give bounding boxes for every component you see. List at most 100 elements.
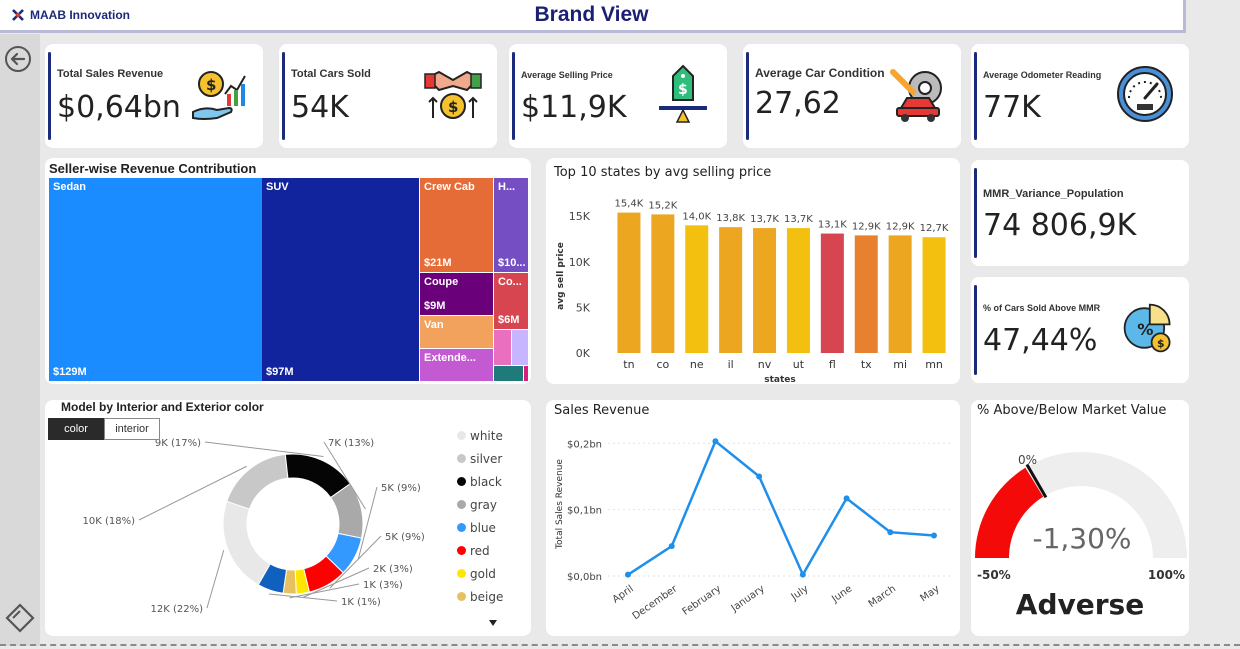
legend-item-white[interactable]: white bbox=[457, 424, 503, 447]
line-x-tick: June bbox=[829, 583, 854, 605]
bar-data-label: 15,2K bbox=[648, 200, 677, 211]
line-y-tick: $0,1bn bbox=[567, 506, 602, 517]
kpi-label: MMR_Variance_Population bbox=[983, 188, 1124, 200]
line-point[interactable] bbox=[756, 473, 763, 480]
treemap-tile-sedan[interactable]: Sedan $129M bbox=[49, 178, 263, 382]
bar-x-tick: mn bbox=[925, 358, 943, 371]
bar[interactable] bbox=[854, 235, 878, 353]
svg-text:%: % bbox=[1137, 320, 1153, 339]
slicer-option-interior[interactable]: interior bbox=[104, 418, 160, 440]
back-arrow-icon[interactable] bbox=[4, 45, 32, 73]
treemap-tile-h[interactable]: H... $10... bbox=[494, 178, 529, 273]
line-point[interactable] bbox=[625, 571, 631, 578]
bar-x-tick: nv bbox=[758, 358, 772, 371]
line-point[interactable] bbox=[843, 495, 850, 502]
donut-data-label: 5K (9%) bbox=[381, 483, 421, 494]
kpi-accent bbox=[48, 52, 51, 140]
treemap-title: Seller-wise Revenue Contribution bbox=[49, 161, 257, 176]
tile-value: $21M bbox=[424, 257, 452, 269]
legend-label: blue bbox=[470, 520, 496, 535]
legend-label: silver bbox=[470, 451, 503, 466]
line-x-tick: February bbox=[681, 583, 724, 617]
bar-data-label: 13,8K bbox=[716, 213, 745, 224]
line-point[interactable] bbox=[887, 529, 894, 536]
line-series bbox=[627, 439, 935, 578]
bar-data-label: 13,7K bbox=[750, 214, 779, 225]
donut-data-label: 9K (17%) bbox=[155, 438, 201, 449]
treemap-tile-small[interactable] bbox=[494, 366, 524, 382]
tile-label: Sedan bbox=[53, 181, 87, 193]
legend-item-gray[interactable]: gray bbox=[457, 493, 503, 516]
tile-value: $9M bbox=[424, 300, 446, 312]
svg-text:$: $ bbox=[678, 82, 688, 98]
bar-chart-svg: 0K 5K 10K 15K avg sell price states 15,4K tn 15,… bbox=[556, 199, 949, 384]
gauge-target-label: 0% bbox=[1018, 453, 1037, 467]
treemap-tile-co[interactable]: Co... $6M bbox=[494, 273, 529, 330]
treemap-tile-crew-cab[interactable]: Crew Cab $21M bbox=[420, 178, 494, 273]
bar[interactable] bbox=[786, 228, 810, 353]
donut-legend: white silver black gray blue red gold beige bbox=[457, 424, 503, 608]
bar[interactable] bbox=[719, 227, 743, 353]
kpi-accent bbox=[974, 285, 977, 375]
bar-data-label: 15,4K bbox=[615, 199, 644, 210]
kpi-label: Average Odometer Reading bbox=[983, 70, 1102, 80]
line-point[interactable] bbox=[668, 543, 675, 550]
bar-data-label: 12,7K bbox=[920, 223, 949, 234]
gauge-max-label: 100% bbox=[1148, 568, 1185, 582]
treemap-tile-small[interactable] bbox=[512, 330, 529, 366]
tile-label: Crew Cab bbox=[424, 181, 475, 193]
treemap-tile-small[interactable] bbox=[524, 366, 529, 382]
line-point[interactable] bbox=[799, 571, 806, 578]
legend-item-blue[interactable]: blue bbox=[457, 516, 503, 539]
bar-data-label: 13,1K bbox=[818, 220, 847, 231]
treemap-tile-extended[interactable]: Extende... bbox=[420, 349, 494, 382]
legend-label: white bbox=[470, 428, 503, 443]
bar[interactable] bbox=[753, 228, 777, 353]
tile-label: SUV bbox=[266, 181, 289, 193]
bar-y-axis-label: avg sell price bbox=[556, 242, 566, 310]
treemap-tile-suv[interactable]: SUV $97M bbox=[262, 178, 420, 382]
donut-slice-white[interactable] bbox=[222, 500, 271, 586]
slicer-option-color[interactable]: color bbox=[48, 418, 104, 440]
kpi-average-selling-price: Average Selling Price $11,9K $ bbox=[509, 44, 727, 148]
svg-text:$: $ bbox=[448, 98, 458, 116]
legend-item-gold[interactable]: gold bbox=[457, 562, 503, 585]
svg-text:$: $ bbox=[206, 76, 216, 94]
treemap-tile-coupe[interactable]: Coupe $9M bbox=[420, 273, 494, 316]
bar[interactable] bbox=[685, 225, 709, 353]
legend-item-beige[interactable]: beige bbox=[457, 585, 503, 608]
kpi-value: $0,64bn bbox=[57, 90, 181, 125]
kpi-percent-above-mmr: % of Cars Sold Above MMR 47,44% % $ bbox=[971, 277, 1189, 383]
bar[interactable] bbox=[617, 212, 641, 353]
left-rail bbox=[0, 34, 40, 646]
bar[interactable] bbox=[820, 233, 844, 353]
treemap-card: Seller-wise Revenue Contribution Sedan $… bbox=[45, 158, 531, 384]
kpi-accent bbox=[974, 168, 977, 258]
legend-item-black[interactable]: black bbox=[457, 470, 503, 493]
legend-swatch bbox=[457, 431, 466, 440]
legend-item-red[interactable]: red bbox=[457, 539, 503, 562]
legend-label: gold bbox=[470, 566, 496, 581]
svg-text:$: $ bbox=[1157, 337, 1165, 350]
donut-leader-line bbox=[204, 441, 324, 458]
bar-x-tick: co bbox=[656, 358, 669, 371]
donut-data-label: 10K (18%) bbox=[83, 516, 136, 527]
treemap-tile-small[interactable] bbox=[494, 330, 512, 366]
legend-label: black bbox=[470, 474, 502, 489]
handshake-coin-icon: $ bbox=[424, 70, 482, 119]
bar[interactable] bbox=[888, 235, 912, 353]
bar-data-label: 13,7K bbox=[784, 214, 813, 225]
line-point[interactable] bbox=[712, 438, 719, 445]
bar[interactable] bbox=[651, 214, 675, 353]
treemap-tile-van[interactable]: Van bbox=[420, 316, 494, 349]
bar-y-tick: 0K bbox=[576, 347, 591, 360]
donut-slice-silver[interactable] bbox=[226, 453, 289, 510]
tile-label: Extende... bbox=[424, 352, 476, 364]
legend-scroll-down-icon[interactable] bbox=[488, 619, 498, 627]
line-point[interactable] bbox=[931, 532, 937, 539]
kpi-accent bbox=[282, 52, 285, 140]
legend-item-silver[interactable]: silver bbox=[457, 447, 503, 470]
diamond-icon[interactable] bbox=[4, 602, 36, 634]
kpi-total-cars-sold: Total Cars Sold 54K $ bbox=[279, 44, 497, 148]
bar[interactable] bbox=[922, 237, 946, 353]
